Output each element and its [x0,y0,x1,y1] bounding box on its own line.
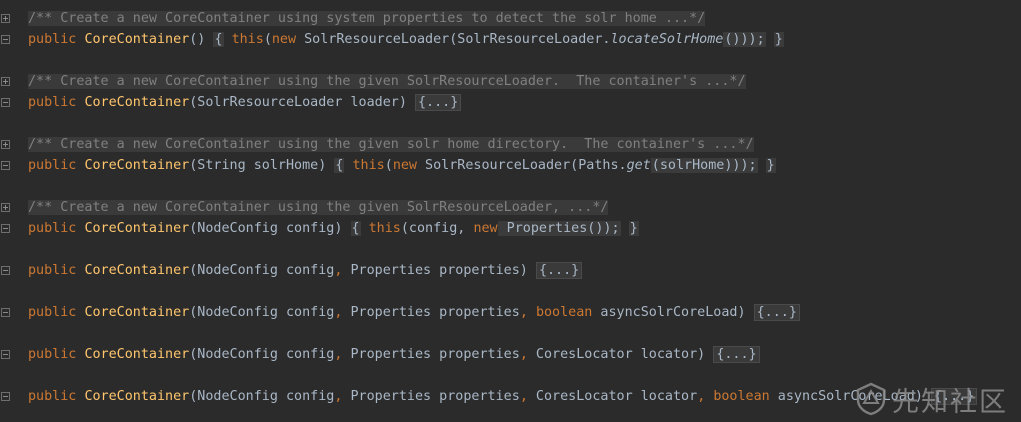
param-text: CoresLocator locator) [527,347,706,362]
method-name: CoreContainer [84,158,190,173]
code-text: (solrHome))); [650,158,758,173]
folded-body[interactable]: {...} [535,262,583,279]
new-keyword: new [473,221,498,236]
code-text: (config, [400,221,474,236]
code-text: SolrResourceLoader(Paths. [417,158,627,173]
param-text: Properties properties) [342,263,528,278]
constructor-line[interactable]: public CoreContainer(SolrResourceLoader … [28,94,462,112]
modifier-keyword: public [28,32,77,47]
method-name: CoreContainer [84,95,190,110]
code-text: ())); [723,32,766,47]
param-text: (NodeConfig config [189,347,335,362]
param-text: (NodeConfig config [189,305,335,320]
fold-toggle-icon[interactable] [1,77,10,86]
javadoc-comment[interactable]: /** Create a new CoreContainer using sys… [28,10,706,28]
comma: , [697,389,706,404]
comma: , [519,347,528,362]
folded-body[interactable]: {...} [753,304,800,321]
folded-body[interactable]: {...} [414,94,462,111]
javadoc-comment[interactable]: /** Create a new CoreContainer using the… [28,199,609,217]
javadoc-comment[interactable]: /** Create a new CoreContainer using the… [28,73,746,91]
param-text: asyncSolrCoreLoad) [592,305,746,320]
fold-toggle-icon[interactable] [1,224,10,233]
type-keyword: boolean [713,389,770,404]
fold-toggle-icon[interactable] [1,308,10,317]
this-keyword: this [231,32,264,47]
constructor-line[interactable]: public CoreContainer(NodeConfig config, … [28,304,800,322]
constructor-line[interactable]: public CoreContainer(String solrHome) { … [28,157,776,175]
brace-open: { [213,32,224,47]
constructor-line[interactable]: public CoreContainer(NodeConfig config) … [28,220,639,238]
method-name: CoreContainer [84,32,190,47]
constructor-line[interactable]: public CoreContainer(NodeConfig config, … [28,346,760,364]
param-text: Properties properties [342,347,520,362]
modifier-keyword: public [28,158,77,173]
fold-toggle-icon[interactable] [1,98,10,107]
folded-body[interactable]: {...} [713,346,760,363]
javadoc-comment[interactable]: /** Create a new CoreContainer using the… [28,136,754,154]
code-text: SolrResourceLoader(SolrResourceLoader. [296,32,611,47]
fold-toggle-icon[interactable] [1,266,10,275]
code-editor[interactable]: /** Create a new CoreContainer using sys… [0,0,1021,422]
paren: ( [384,158,393,173]
modifier-keyword: public [28,347,77,362]
param-text: Properties properties [342,305,520,320]
method-name: CoreContainer [84,305,190,320]
param-text: Properties properties [342,389,520,404]
modifier-keyword: public [28,95,77,110]
paren: ( [263,32,272,47]
method-name: CoreContainer [84,221,190,236]
comma: , [519,389,528,404]
param-text: CoresLocator locator [527,389,698,404]
this-keyword: this [368,221,401,236]
fold-toggle-icon[interactable] [1,203,10,212]
doc-text: /** Create a new CoreContainer using sys… [28,11,706,26]
signature: () [189,32,206,47]
watermark: 先知社区 [854,380,1008,418]
doc-text: /** Create a new CoreContainer using the… [28,74,746,89]
brace-open: { [350,221,361,236]
watermark-text: 先知社区 [892,386,1008,418]
constructor-line[interactable]: public CoreContainer(NodeConfig config, … [28,262,583,280]
brace-close: } [628,221,639,236]
brace-close: } [773,32,784,47]
param-text: (NodeConfig config [189,389,335,404]
shield-logo-icon [856,382,886,416]
code-text: Properties()); [497,221,621,236]
new-keyword: new [392,158,417,173]
signature: (NodeConfig config) [189,221,343,236]
fold-toggle-icon[interactable] [1,161,10,170]
type-keyword: boolean [535,305,593,320]
static-method: locateSolrHome [610,32,724,47]
param-text: (NodeConfig config [189,263,335,278]
brace-open: { [334,158,345,173]
doc-text: /** Create a new CoreContainer using the… [28,200,609,215]
signature: (SolrResourceLoader loader) [189,95,407,110]
comma: , [519,305,528,320]
static-method: get [626,158,651,173]
fold-toggle-icon[interactable] [1,392,10,401]
constructor-line[interactable]: public CoreContainer() { this(new SolrRe… [28,31,784,49]
method-name: CoreContainer [84,263,190,278]
fold-toggle-icon[interactable] [1,35,10,44]
modifier-keyword: public [28,305,77,320]
modifier-keyword: public [28,389,77,404]
fold-toggle-icon[interactable] [1,14,10,23]
doc-text: /** Create a new CoreContainer using the… [28,137,754,152]
brace-close: } [765,158,776,173]
new-keyword: new [271,32,297,47]
method-name: CoreContainer [84,347,190,362]
signature: (String solrHome) [189,158,327,173]
modifier-keyword: public [28,221,77,236]
method-name: CoreContainer [84,389,190,404]
constructor-line[interactable]: public CoreContainer(NodeConfig config, … [28,388,978,406]
fold-toggle-icon[interactable] [1,140,10,149]
fold-toggle-icon[interactable] [1,350,10,359]
this-keyword: this [352,158,385,173]
modifier-keyword: public [28,263,77,278]
